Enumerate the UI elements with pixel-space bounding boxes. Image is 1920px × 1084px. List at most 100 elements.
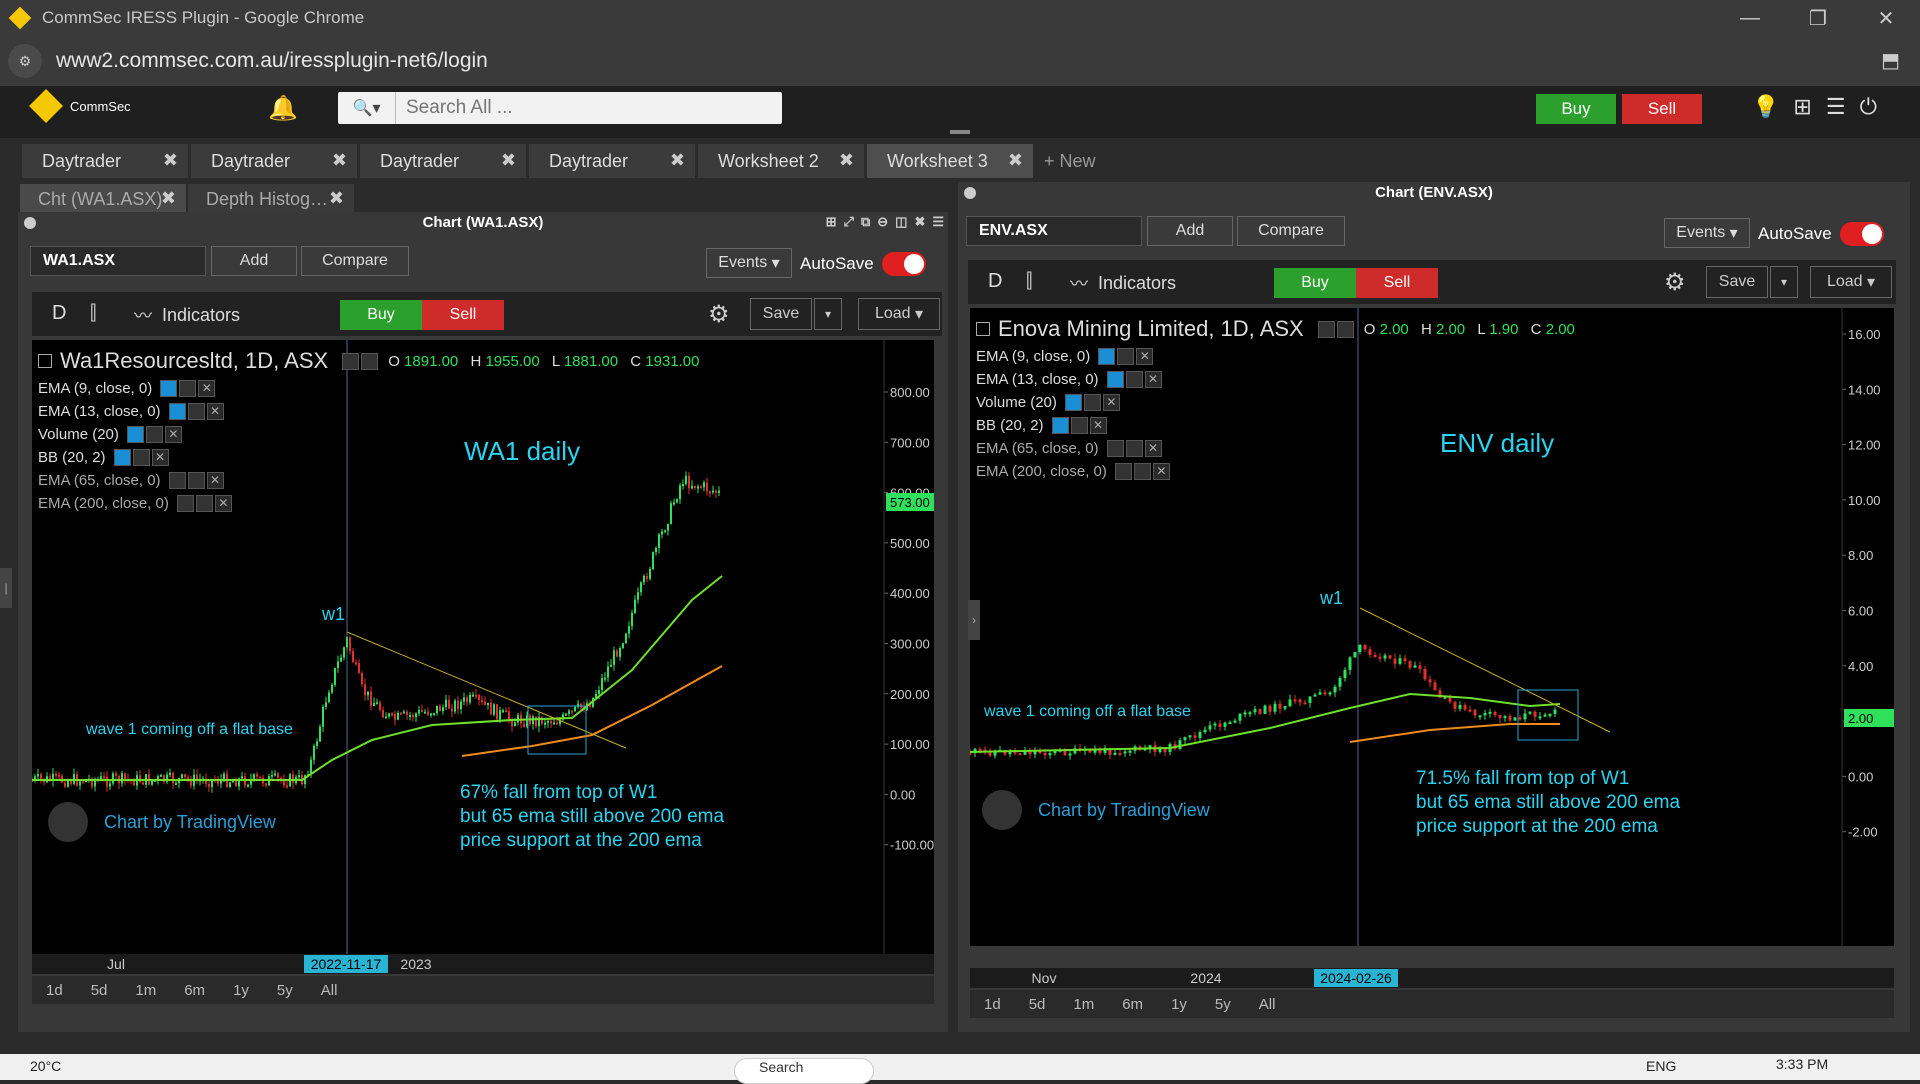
range-6m[interactable]: 6m: [184, 982, 205, 999]
range-1y[interactable]: 1y: [1171, 996, 1187, 1013]
gear-icon[interactable]: [195, 495, 213, 512]
gear-icon[interactable]: [1083, 394, 1101, 411]
price-chart[interactable]: 16.00 14.00 12.00 10.00 8.00 6.00 4.00 2.00 0.00…: [970, 308, 1894, 946]
url-text[interactable]: www2.commsec.com.au/iressplugin-net6/log…: [56, 49, 488, 73]
indicator-row[interactable]: EMA (9, close, 0): [976, 348, 1583, 365]
close-icon[interactable]: ✖: [914, 214, 925, 230]
symbol-input[interactable]: ENV.ASX: [966, 216, 1142, 246]
gear-icon[interactable]: [1070, 417, 1088, 434]
gear-icon[interactable]: [361, 352, 379, 370]
remove-icon[interactable]: [206, 403, 224, 420]
tab-daytrader-2[interactable]: Daytrader ✖: [191, 144, 357, 178]
candlestick-icon[interactable]: ⫿: [1026, 270, 1032, 293]
link-icon[interactable]: ⧉: [861, 214, 870, 230]
taskbar-search[interactable]: Search: [734, 1058, 874, 1084]
new-tab-button[interactable]: + New: [1036, 144, 1126, 178]
collapse-icon[interactable]: [38, 354, 52, 368]
indicator-row[interactable]: EMA (65, close, 0): [38, 472, 708, 489]
events-dropdown[interactable]: Events ▾: [706, 248, 792, 278]
settings-gear-icon[interactable]: ⚙: [708, 300, 730, 329]
panel-dot-icon[interactable]: [964, 187, 976, 199]
gear-icon[interactable]: [179, 380, 197, 397]
language-indicator[interactable]: ENG: [1646, 1058, 1676, 1074]
candlestick-icon[interactable]: ⫿: [90, 302, 96, 325]
indicator-row[interactable]: BB (20, 2): [38, 449, 708, 466]
close-icon[interactable]: ✖: [163, 150, 178, 171]
range-5y[interactable]: 5y: [277, 982, 293, 999]
eye-icon[interactable]: [1106, 371, 1124, 388]
range-5d[interactable]: 5d: [1029, 996, 1046, 1013]
plus-icon[interactable]: ⊞: [1793, 94, 1811, 120]
tab-daytrader-4[interactable]: Daytrader ✖: [529, 144, 695, 178]
weather-text[interactable]: 20°C: [30, 1058, 61, 1074]
eye-icon[interactable]: [168, 472, 186, 489]
range-all[interactable]: All: [321, 982, 338, 999]
expand-icon[interactable]: ⤢: [844, 214, 854, 230]
indicator-row[interactable]: Volume (20): [38, 426, 708, 443]
subtab-chart-wa1[interactable]: Cht (WA1.ASX) ✖: [20, 184, 186, 214]
range-1m[interactable]: 1m: [135, 982, 156, 999]
site-info-icon[interactable]: ⚙: [8, 44, 42, 78]
range-1y[interactable]: 1y: [233, 982, 249, 999]
indicator-row[interactable]: EMA (13, close, 0): [976, 371, 1583, 388]
range-5d[interactable]: 5d: [91, 982, 108, 999]
eye-icon[interactable]: [1114, 463, 1132, 480]
eye-icon[interactable]: [113, 449, 131, 466]
install-app-icon[interactable]: ⬒: [1881, 48, 1900, 73]
eye-icon[interactable]: [160, 380, 178, 397]
save-caret-icon[interactable]: ▾: [1770, 266, 1798, 298]
tab-worksheet-2[interactable]: Worksheet 2 ✖: [698, 144, 864, 178]
collapse-icon[interactable]: [976, 322, 990, 336]
interval-button[interactable]: D: [988, 270, 1002, 293]
menu-icon[interactable]: ☰: [932, 214, 944, 230]
gear-icon[interactable]: [1117, 348, 1135, 365]
remove-icon[interactable]: [1144, 440, 1162, 457]
gear-icon[interactable]: [187, 472, 205, 489]
gear-icon[interactable]: [1133, 463, 1151, 480]
gear-icon[interactable]: [187, 403, 205, 420]
panel-dot-icon[interactable]: [24, 217, 36, 229]
save-button[interactable]: Save: [1706, 266, 1768, 298]
indicator-row[interactable]: EMA (200, close, 0): [976, 463, 1583, 480]
header-buy-button[interactable]: Buy: [1536, 94, 1616, 124]
eye-icon[interactable]: [1106, 440, 1124, 457]
symbol-input[interactable]: WA1.ASX: [30, 246, 206, 276]
save-button[interactable]: Save: [750, 298, 812, 330]
minimize-icon[interactable]: ⊖: [877, 214, 888, 230]
interval-button[interactable]: D: [52, 302, 66, 325]
gear-icon[interactable]: [1125, 371, 1143, 388]
eye-icon[interactable]: [176, 495, 194, 512]
eye-icon[interactable]: [1051, 417, 1069, 434]
indicator-row[interactable]: EMA (13, close, 0): [38, 403, 708, 420]
indicator-row[interactable]: Volume (20): [976, 394, 1583, 411]
remove-icon[interactable]: [1089, 417, 1107, 434]
close-icon[interactable]: ✖: [839, 150, 854, 171]
close-icon[interactable]: ✖: [670, 150, 685, 171]
close-icon[interactable]: ✖: [332, 150, 347, 171]
indicators-button[interactable]: 〰 Indicators: [1070, 270, 1176, 296]
range-1d[interactable]: 1d: [984, 996, 1001, 1013]
clock[interactable]: 3:33 PM: [1776, 1056, 1828, 1072]
tab-worksheet-3[interactable]: Worksheet 3 ✖: [867, 144, 1033, 178]
autosave-toggle[interactable]: AutoSave: [1758, 222, 1884, 246]
left-collapse-grip[interactable]: |: [0, 568, 12, 608]
eye-icon[interactable]: [1064, 394, 1082, 411]
indicator-row[interactable]: EMA (200, close, 0): [38, 495, 708, 512]
remove-icon[interactable]: [214, 495, 232, 512]
indicator-row[interactable]: EMA (9, close, 0): [38, 380, 708, 397]
compare-button[interactable]: Compare: [301, 246, 409, 276]
eye-icon[interactable]: [342, 352, 360, 370]
remove-icon[interactable]: [164, 426, 182, 443]
subtab-depth-histogram[interactable]: Depth Histog… ✖: [188, 184, 354, 214]
lightbulb-icon[interactable]: 💡: [1752, 94, 1779, 120]
menu-icon[interactable]: ☰: [1826, 94, 1846, 120]
load-button[interactable]: Load ▾: [858, 298, 940, 330]
gear-icon[interactable]: [1336, 320, 1354, 338]
remove-icon[interactable]: [198, 380, 216, 397]
gear-icon[interactable]: [132, 449, 150, 466]
tab-daytrader-3[interactable]: Daytrader ✖: [360, 144, 526, 178]
range-1m[interactable]: 1m: [1073, 996, 1094, 1013]
autosave-switch[interactable]: [1839, 222, 1884, 246]
close-icon[interactable]: ✖: [1008, 150, 1023, 171]
search-input[interactable]: [396, 97, 756, 119]
